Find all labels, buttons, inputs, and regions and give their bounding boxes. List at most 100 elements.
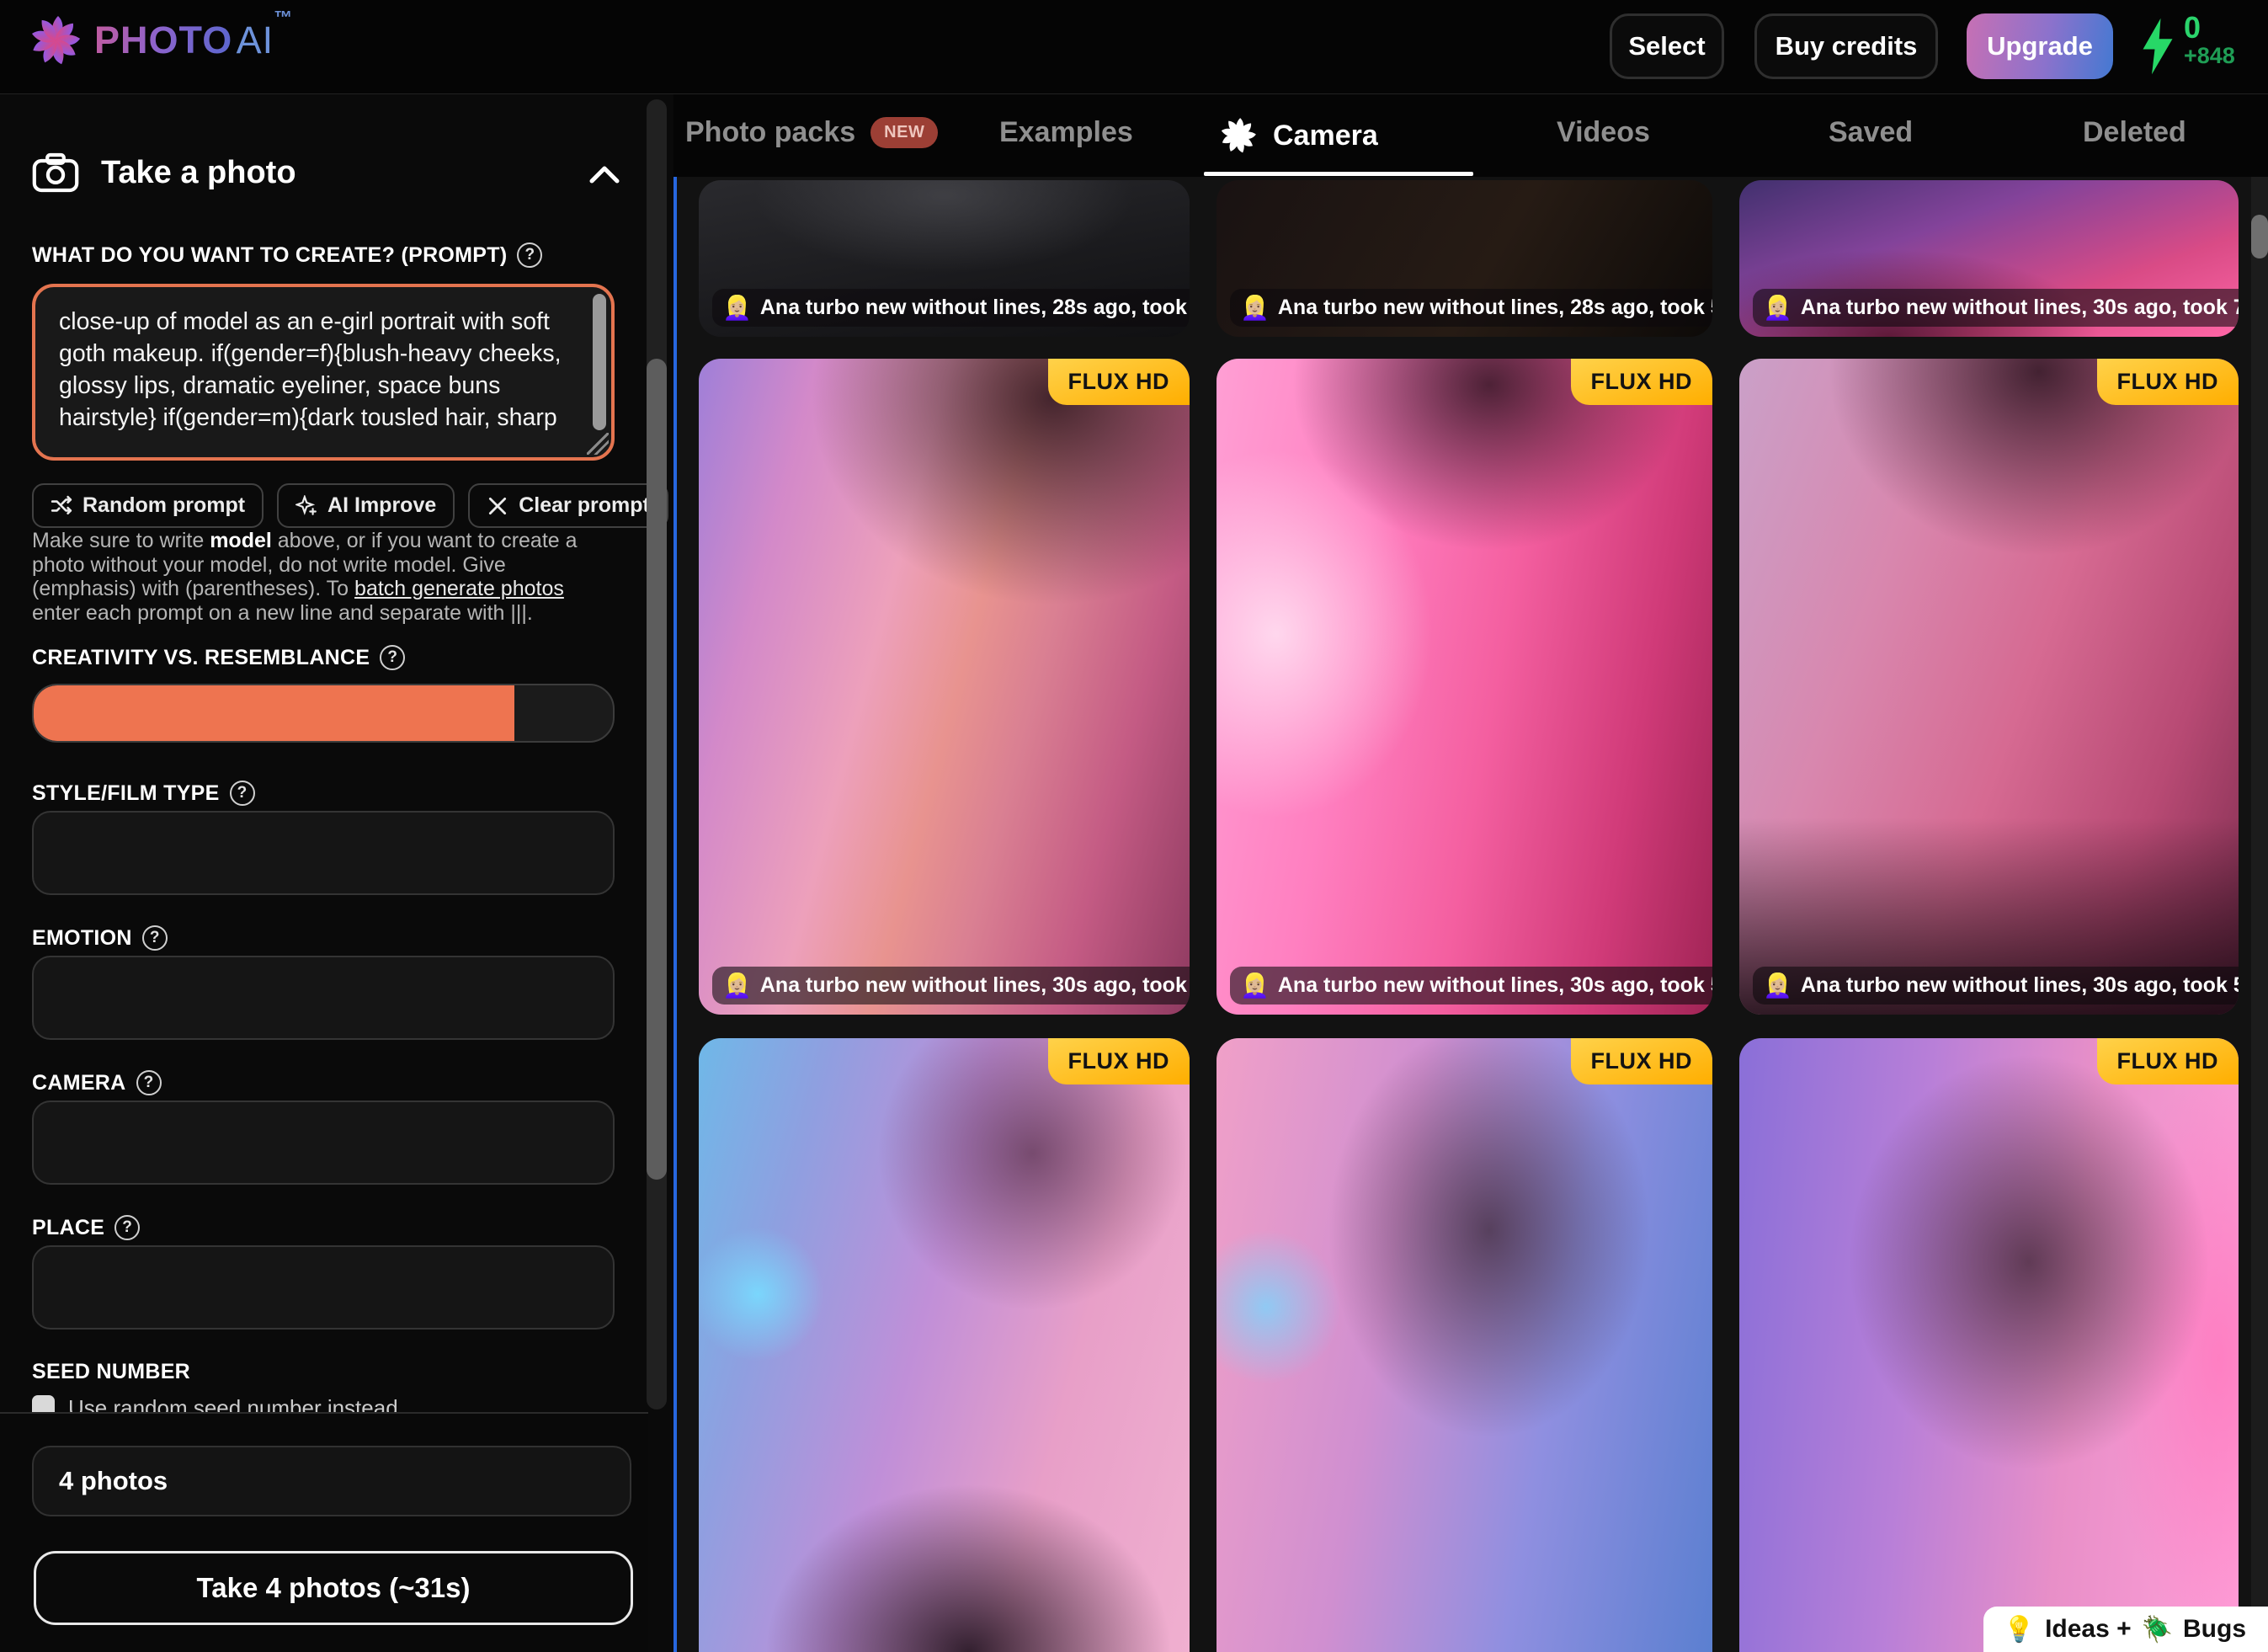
top-header: PHOTO AI™ Select Buy credits Upgrade 0 +… xyxy=(0,0,2268,94)
select-button[interactable]: Select xyxy=(1610,13,1724,79)
seed-checkbox-row[interactable]: Use random seed number instead xyxy=(32,1395,621,1412)
prompt-actions-row: Random prompt AI Improve Clear prompt xyxy=(32,483,668,528)
generated-photo[interactable]: FLUX HD 👱🏼‍♀️ Ana turbo new without line… xyxy=(1217,359,1712,1015)
tab-examples[interactable]: Examples xyxy=(999,116,1133,149)
model-emoji-icon: 👱🏼‍♀️ xyxy=(1763,296,1792,320)
generated-photo[interactable]: 👱🏼‍♀️ Ana turbo new without lines, 30s a… xyxy=(1739,180,2239,337)
batch-generate-photos-link[interactable]: batch generate photos xyxy=(354,577,564,600)
tab-deleted[interactable]: Deleted xyxy=(2083,116,2186,149)
gallery-tabbar: Photo packs NEW Examples Camera Videos S… xyxy=(673,94,2268,177)
generated-photo[interactable]: 👱🏼‍♀️ Ana turbo new without lines, 28s a… xyxy=(1217,180,1712,337)
camera-field-label: CAMERA xyxy=(32,1071,126,1095)
prompt-resize-grip[interactable] xyxy=(587,433,609,455)
style-film-type-input[interactable] xyxy=(32,811,615,895)
photo-caption: 👱🏼‍♀️ Ana turbo new without lines, 30s a… xyxy=(1753,289,2239,327)
bug-icon: 🪲 xyxy=(2142,1615,2173,1644)
emotion-input[interactable] xyxy=(32,956,615,1040)
photo-ai-app: PHOTO AI™ Select Buy credits Upgrade 0 +… xyxy=(0,0,2268,1652)
credits-indicator[interactable]: 0 +848 xyxy=(2140,12,2235,77)
shuffle-icon xyxy=(51,495,72,517)
tab-saved[interactable]: Saved xyxy=(1829,116,1913,149)
ideas-bugs-feedback-button[interactable]: 💡 Ideas + 🪲 Bugs xyxy=(1983,1607,2268,1652)
prompt-input[interactable]: close-up of model as an e-girl portrait … xyxy=(35,287,611,457)
camera-help-icon[interactable]: ? xyxy=(136,1070,162,1095)
tab-photo-packs[interactable]: Photo packs NEW xyxy=(685,116,938,149)
creativity-label-row: CREATIVITY VS. RESEMBLANCE ? xyxy=(32,645,405,670)
new-badge: NEW xyxy=(870,117,938,148)
take-photos-button[interactable]: Take 4 photos (~31s) xyxy=(34,1551,633,1625)
emotion-help-icon[interactable]: ? xyxy=(142,925,168,951)
place-help-icon[interactable]: ? xyxy=(114,1215,140,1240)
random-prompt-button[interactable]: Random prompt xyxy=(32,483,264,528)
buy-credits-button[interactable]: Buy credits xyxy=(1754,13,1938,79)
sidebar-scrollbar-thumb[interactable] xyxy=(647,359,667,1180)
model-emoji-icon: 👱🏼‍♀️ xyxy=(1240,974,1270,998)
flux-hd-badge: FLUX HD xyxy=(1048,1038,1190,1084)
camera-label-row: CAMERA ? xyxy=(32,1070,162,1095)
creativity-slider-fill[interactable] xyxy=(34,685,514,741)
photo-caption: 👱🏼‍♀️ Ana turbo new without lines, 28s a… xyxy=(712,289,1190,327)
logo-text-ai: AI xyxy=(237,19,274,61)
tab-videos[interactable]: Videos xyxy=(1557,116,1650,149)
sparkle-icon xyxy=(295,495,317,517)
gallery-scrollbar-thumb[interactable] xyxy=(2251,215,2268,258)
camera-icon xyxy=(32,152,79,194)
caption-text: Ana turbo new without lines, 30s ago, to… xyxy=(1801,296,2239,320)
camera-input[interactable] xyxy=(32,1100,615,1185)
collapse-chevron-up-icon[interactable] xyxy=(589,165,620,184)
prompt-label-row: WHAT DO YOU WANT TO CREATE? (PROMPT) ? xyxy=(32,242,542,268)
lightning-bolt-icon xyxy=(2140,15,2175,77)
flux-hd-badge: FLUX HD xyxy=(1571,1038,1713,1084)
model-emoji-icon: 👱🏼‍♀️ xyxy=(722,296,752,320)
generated-photo[interactable]: FLUX HD xyxy=(1217,1038,1712,1652)
x-close-icon xyxy=(487,495,508,517)
upgrade-button[interactable]: Upgrade xyxy=(1967,13,2113,79)
generated-photo[interactable]: FLUX HD xyxy=(1739,1038,2239,1652)
gallery-scrollbar-track[interactable] xyxy=(2251,177,2268,1652)
caption-text: Ana turbo new without lines, 30s ago, to… xyxy=(1801,973,2239,998)
feedback-ideas-label: Ideas + xyxy=(2045,1615,2132,1644)
logo[interactable]: PHOTO AI™ xyxy=(29,13,292,67)
panel-header-take-a-photo[interactable]: Take a photo xyxy=(32,152,296,194)
photo-caption: 👱🏼‍♀️ Ana turbo new without lines, 28s a… xyxy=(1230,289,1712,327)
tab-deleted-label: Deleted xyxy=(2083,116,2186,149)
spiral-shutter-logo-icon xyxy=(29,13,83,67)
style-film-type-label: STYLE/FILM TYPE xyxy=(32,781,220,806)
feedback-bugs-label: Bugs xyxy=(2183,1615,2246,1644)
sidebar-scrollbar-track[interactable] xyxy=(647,99,667,1410)
ai-improve-button[interactable]: AI Improve xyxy=(277,483,455,528)
spiral-shutter-icon xyxy=(1219,116,1258,155)
prompt-help-text: Make sure to write model above, or if yo… xyxy=(32,529,598,625)
place-input[interactable] xyxy=(32,1245,615,1330)
help-text-pre: Make sure to write xyxy=(32,529,210,552)
creativity-label: CREATIVITY VS. RESEMBLANCE xyxy=(32,646,370,670)
generated-photo[interactable]: FLUX HD 👱🏼‍♀️ Ana turbo new without line… xyxy=(1739,359,2239,1015)
model-emoji-icon: 👱🏼‍♀️ xyxy=(1763,974,1792,998)
creativity-slider[interactable] xyxy=(32,684,615,743)
credits-delta: +848 xyxy=(2184,44,2235,67)
clear-prompt-button[interactable]: Clear prompt xyxy=(468,483,668,528)
ai-improve-label: AI Improve xyxy=(327,493,436,518)
photo-caption: 👱🏼‍♀️ Ana turbo new without lines, 30s a… xyxy=(1753,967,2239,1005)
generated-photo[interactable]: FLUX HD 👱🏼‍♀️ Ana turbo new without line… xyxy=(699,359,1190,1015)
photo-count-select[interactable]: 4 photos xyxy=(32,1446,631,1516)
sidebar-bottom-panel: 4 photos Take 4 photos (~31s) xyxy=(0,1412,648,1652)
flux-hd-badge: FLUX HD xyxy=(1048,359,1190,405)
seed-label-row: SEED NUMBER xyxy=(32,1360,190,1384)
tab-camera[interactable]: Camera xyxy=(1219,116,1378,155)
prompt-scrollbar-thumb[interactable] xyxy=(593,294,606,430)
generated-photo[interactable]: 👱🏼‍♀️ Ana turbo new without lines, 28s a… xyxy=(699,180,1190,337)
generated-photo[interactable]: FLUX HD xyxy=(699,1038,1190,1652)
main-content: Photo packs NEW Examples Camera Videos S… xyxy=(673,94,2268,1652)
creativity-help-icon[interactable]: ? xyxy=(380,645,405,670)
prompt-help-icon[interactable]: ? xyxy=(517,242,542,268)
model-emoji-icon: 👱🏼‍♀️ xyxy=(722,974,752,998)
random-prompt-label: Random prompt xyxy=(83,493,245,518)
emotion-label-row: EMOTION ? xyxy=(32,925,168,951)
photo-caption: 👱🏼‍♀️ Ana turbo new without lines, 30s a… xyxy=(1230,967,1712,1005)
lightbulb-icon: 💡 xyxy=(2004,1615,2035,1644)
flux-hd-badge: FLUX HD xyxy=(2097,1038,2239,1084)
tab-saved-label: Saved xyxy=(1829,116,1913,149)
style-help-icon[interactable]: ? xyxy=(230,781,255,806)
help-text-post: enter each prompt on a new line and sepa… xyxy=(32,601,533,625)
